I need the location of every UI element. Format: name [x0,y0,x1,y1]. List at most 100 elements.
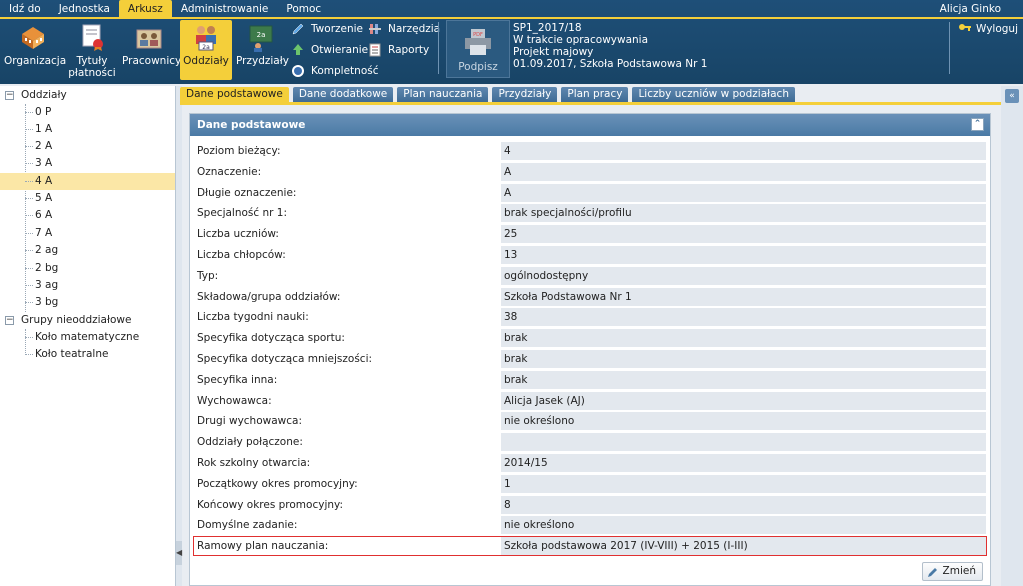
tree-item-class[interactable]: 3 A [0,155,175,172]
doc-info-line4: 01.09.2017, Szkoła Podstawowa Nr 1 [513,58,708,70]
tab-plan-pracy[interactable]: Plan pracy [561,87,629,102]
wyloguj-button[interactable]: Wyloguj [958,22,1018,36]
pracownicy-button[interactable]: Pracownicy [122,20,181,80]
svg-text:2a: 2a [202,44,210,51]
upload-icon [293,44,303,55]
field-value: brak [501,371,986,389]
field-label: Wychowawca: [197,395,272,407]
collapse-toggle-icon[interactable]: − [5,316,14,325]
menu-jednostka[interactable]: Jednostka [50,0,119,18]
podpisz-label: Podpisz [458,61,498,73]
tab-plan-nauczania[interactable]: Plan nauczania [397,87,489,102]
raporty-label: Raporty [388,44,430,56]
przydzialy-button[interactable]: 2a Przydziały [236,20,289,80]
tab-dane-dodatkowe[interactable]: Dane dodatkowe [292,87,394,102]
tree-item-class[interactable]: 0 P [0,104,175,121]
panel-header: Dane podstawowe ⌃ [190,114,990,136]
doc-info-line1: SP1_2017/18 [513,22,582,34]
field-row: Specjalność nr 1: brak specjalności/profi… [194,204,986,222]
field-value: nie określono [501,412,986,430]
tree-item-class[interactable]: 7 A [0,225,175,242]
collapse-up-icon[interactable]: ⌃ [971,118,984,131]
field-value: 38 [501,308,986,326]
tytuly-platnosci-button[interactable]: Tytuły płatności [66,20,118,80]
tree-item-label: 5 A [35,192,53,204]
key-icon [959,24,971,31]
field-label: Specyfika inna: [197,374,278,386]
field-label: Drugi wychowawca: [197,415,302,427]
document-info: SP1_2017/18 W trakcie opracowywania Proj… [513,22,708,70]
field-value: 2014/15 [501,454,986,472]
field-value: 1 [501,475,986,493]
oddzialy-button[interactable]: 2a Oddziały [180,20,232,80]
collapse-left-icon[interactable]: ◀ [176,541,182,565]
tree-item-class[interactable]: 3 bg [0,294,175,311]
tytuly-label-2: płatności [68,67,116,79]
kompletnosc-button[interactable]: Kompletność [291,62,379,80]
field-value: brak [501,350,986,368]
tree-item-class[interactable]: 2 bg [0,260,175,277]
field-row: Liczba chłopców: 13 [194,246,986,264]
field-value: Alicja Jasek (AJ) [501,392,986,410]
tworzenie-button[interactable]: Tworzenie [291,20,363,38]
tree-item-label: 2 bg [35,262,59,274]
tytuly-label-1: Tytuły [76,55,108,67]
zmien-button[interactable]: Zmień [921,562,983,581]
tree-node-grupy[interactable]: − Grupy nieoddziałowe [0,312,175,329]
wyloguj-label: Wyloguj [976,23,1018,35]
tree-node-label: Grupy nieoddziałowe [21,314,132,326]
field-value: A [501,163,986,181]
tworzenie-label: Tworzenie [311,23,364,35]
field-row: Typ: ogólnodostępny [194,267,986,285]
menu-idz-do[interactable]: Idź do [0,0,50,18]
tree-item-class[interactable]: 3 ag [0,277,175,294]
menu-pomoc[interactable]: Pomoc [277,0,330,18]
tree-item-class[interactable]: 2 ag [0,242,175,259]
tab-underline [180,102,1002,105]
collapse-toggle-icon[interactable]: − [5,91,14,100]
tree-item-class[interactable]: 1 A [0,121,175,138]
tree-item-class[interactable]: 2 A [0,138,175,155]
printer-icon: PDF [465,29,491,55]
pen-icon [292,23,304,35]
menu-administrowanie[interactable]: Administrowanie [172,0,278,18]
field-row: Oznaczenie: A [194,163,986,181]
organizacja-button[interactable]: Organizacja [4,20,66,80]
field-value: Szkoła podstawowa 2017 (IV-VIII) + 2015 … [501,537,986,555]
raporty-button[interactable]: Raporty [368,41,429,59]
tab-przydzialy[interactable]: Przydziały [492,87,558,102]
field-value: 4 [501,142,986,160]
tree-item-class-selected[interactable]: 4 A [0,173,175,190]
expand-right-icon[interactable]: « [1005,89,1019,103]
tools-icon [369,24,381,34]
field-row: Początkowy okres promocyjny: 1 [194,475,986,493]
tree-item-label: Koło teatralne [35,348,109,360]
field-row: Składowa/grupa oddziałów: Szkoła Podstawo… [194,288,986,306]
field-label: Specyfika dotycząca sportu: [197,332,345,344]
narzedzia-button[interactable]: Narzędzia [368,20,440,38]
user-name: Alicja Ginko [939,3,1001,15]
tree-item-label: 2 A [35,140,53,152]
tree-item-group[interactable]: Koło teatralne [0,346,175,363]
tree-node-oddzialy[interactable]: − Oddziały [0,87,175,104]
field-value: ogólnodostępny [501,267,986,285]
field-row: Końcowy okres promocyjny: 8 [194,496,986,514]
tree-item-class[interactable]: 5 A [0,190,175,207]
tab-dane-podstawowe[interactable]: Dane podstawowe [180,87,289,102]
menu-bar: Idź do Jednostka Arkusz Administrowanie … [0,0,330,18]
tab-liczby-uczniow[interactable]: Liczby uczniów w podziałach [632,87,795,102]
tree-item-group[interactable]: Koło matematyczne [0,329,175,346]
field-label: Ramowy plan nauczania: [197,540,329,552]
panel-title: Dane podstawowe [197,119,306,131]
tree-item-label: 7 A [35,227,53,239]
splitter[interactable]: ◀ [176,86,182,586]
field-row: Wychowawca: Alicja Jasek (AJ) [194,392,986,410]
check-circle-icon [292,65,304,77]
menu-arkusz[interactable]: Arkusz [118,0,172,18]
field-label: Początkowy okres promocyjny: [197,478,358,490]
field-label: Specjalność nr 1: [197,207,288,219]
otwieranie-button[interactable]: Otwieranie [291,41,368,59]
podpisz-button[interactable]: PDF Podpisz [446,20,510,78]
tree-item-label: 3 bg [35,296,59,308]
tree-item-class[interactable]: 6 A [0,207,175,224]
